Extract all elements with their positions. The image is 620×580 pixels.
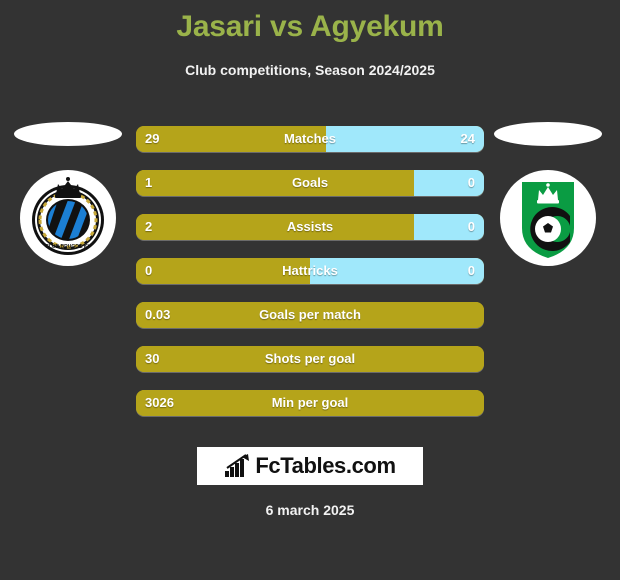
bar-chart-arrow-icon [225, 454, 250, 477]
fctables-brand-text: FcTables.com [255, 453, 396, 478]
away-crest-disc [500, 170, 596, 266]
stat-label: Hattricks [282, 263, 338, 278]
logo-top-ellipse [14, 122, 122, 146]
stat-row-goals: 1 Goals 0 [136, 170, 484, 196]
stat-label: Shots per goal [264, 351, 356, 366]
home-team-logo: CLUB BRUGGE KV [10, 122, 130, 272]
cercle-brugge-crest-icon [522, 182, 574, 258]
away-value: 0 [467, 263, 475, 278]
date-label: 6 march 2025 [265, 502, 355, 518]
stat-row-min-per-goal: 3026 Min per goal [136, 390, 484, 416]
stat-label: Matches [283, 131, 337, 146]
stat-comparison-page: Jasari vs Agyekum Club competitions, Sea… [0, 0, 620, 580]
stat-row-matches: 29 Matches 24 [136, 126, 484, 152]
away-value: 24 [460, 131, 475, 146]
home-crest-disc: CLUB BRUGGE KV [20, 170, 116, 266]
stat-row-shots-per-goal: 30 Shots per goal [136, 346, 484, 372]
stat-row-hattricks: 0 Hattricks 0 [136, 258, 484, 284]
stat-label: Assists [286, 219, 334, 234]
away-team-logo [490, 122, 610, 272]
stat-label: Min per goal [271, 395, 349, 410]
club-brugge-crest-icon: CLUB BRUGGE KV [25, 176, 111, 260]
logo-top-ellipse [494, 122, 602, 146]
page-subtitle: Club competitions, Season 2024/2025 [185, 62, 435, 78]
stat-label: Goals [291, 175, 329, 190]
away-value: 0 [467, 219, 475, 234]
page-title: Jasari vs Agyekum [176, 10, 444, 43]
away-value: 0 [467, 175, 475, 190]
stats-list: 29 Matches 24 1 Goals 0 2 Assists 0 0 Ha… [136, 126, 484, 434]
fctables-logo[interactable]: FcTables.com [197, 447, 423, 485]
svg-text:CLUB BRUGGE KV: CLUB BRUGGE KV [45, 244, 91, 250]
stat-row-goals-per-match: 0.03 Goals per match [136, 302, 484, 328]
stat-label: Goals per match [259, 307, 361, 322]
stat-row-assists: 2 Assists 0 [136, 214, 484, 240]
